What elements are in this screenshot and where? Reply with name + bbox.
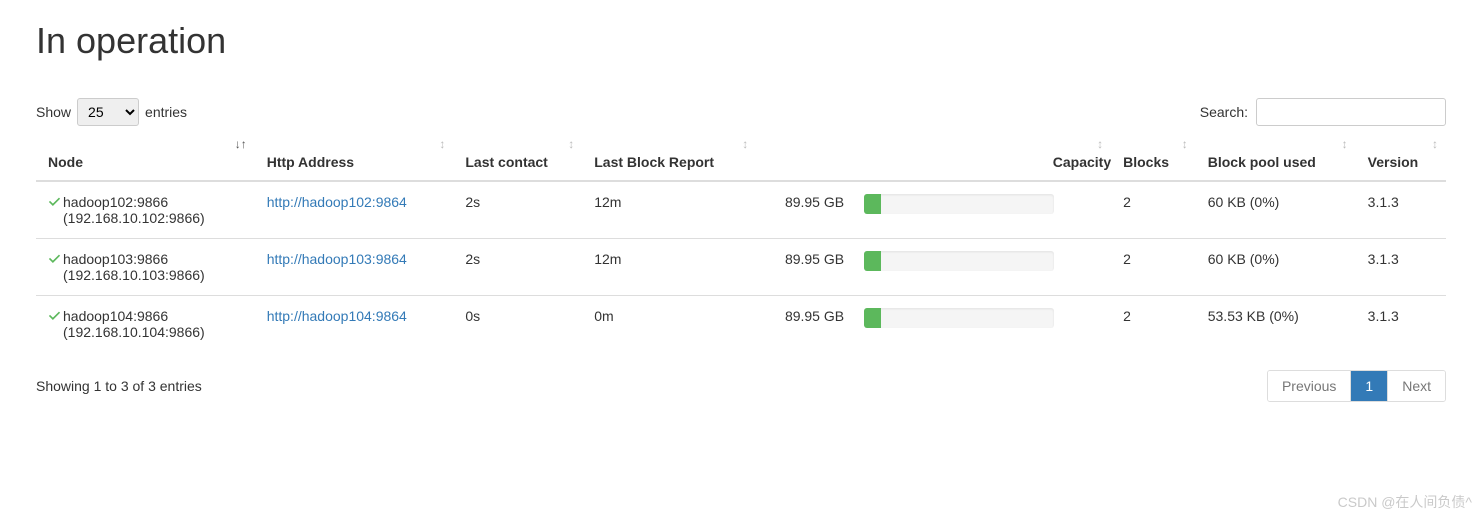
blocks: 2 bbox=[1111, 296, 1196, 353]
capacity-text: 89.95 GB bbox=[785, 251, 844, 267]
col-last-contact[interactable]: Last contact bbox=[453, 144, 582, 181]
table-row: hadoop102:9866 (192.168.10.102:9866) htt… bbox=[36, 181, 1446, 239]
node-ip: (192.168.10.102:9866) bbox=[63, 210, 205, 226]
page-1-button[interactable]: 1 bbox=[1351, 371, 1388, 401]
capacity-progress-bar bbox=[864, 308, 881, 328]
entries-label: entries bbox=[145, 104, 187, 120]
show-label: Show bbox=[36, 104, 71, 120]
http-address-link[interactable]: http://hadoop103:9864 bbox=[267, 251, 407, 267]
last-block-report: 12m bbox=[582, 181, 756, 239]
length-control: Show 25 entries bbox=[36, 98, 187, 126]
table-row: hadoop104:9866 (192.168.10.104:9866) htt… bbox=[36, 296, 1446, 353]
col-blocks[interactable]: Blocks bbox=[1111, 144, 1196, 181]
http-address-link[interactable]: http://hadoop104:9864 bbox=[267, 308, 407, 324]
capacity-progress bbox=[864, 308, 1054, 328]
last-block-report: 0m bbox=[582, 296, 756, 353]
capacity-progress bbox=[864, 251, 1054, 271]
check-icon bbox=[48, 253, 61, 269]
capacity-progress-bar bbox=[864, 251, 881, 271]
blocks: 2 bbox=[1111, 181, 1196, 239]
node-name: hadoop102:9866 bbox=[63, 194, 205, 210]
pagination: Previous 1 Next bbox=[1267, 370, 1446, 402]
block-pool-used: 53.53 KB (0%) bbox=[1196, 296, 1356, 353]
version: 3.1.3 bbox=[1356, 239, 1446, 296]
block-pool-used: 60 KB (0%) bbox=[1196, 181, 1356, 239]
node-name: hadoop103:9866 bbox=[63, 251, 205, 267]
table-row: hadoop103:9866 (192.168.10.103:9866) htt… bbox=[36, 239, 1446, 296]
datanodes-table: ↓↑ ↕ ↕ ↕ ↕ ↕ ↕ ↕ Node Http Address Last … bbox=[36, 144, 1446, 352]
previous-button[interactable]: Previous bbox=[1268, 371, 1351, 401]
version: 3.1.3 bbox=[1356, 181, 1446, 239]
search-control: Search: bbox=[1200, 98, 1446, 126]
last-block-report: 12m bbox=[582, 239, 756, 296]
http-address-link[interactable]: http://hadoop102:9864 bbox=[267, 194, 407, 210]
block-pool-used: 60 KB (0%) bbox=[1196, 239, 1356, 296]
table-info: Showing 1 to 3 of 3 entries bbox=[36, 378, 202, 394]
capacity-text: 89.95 GB bbox=[785, 194, 844, 210]
page-title: In operation bbox=[36, 20, 1446, 62]
search-input[interactable] bbox=[1256, 98, 1446, 126]
capacity-progress-bar bbox=[864, 194, 881, 214]
next-button[interactable]: Next bbox=[1388, 371, 1445, 401]
col-last-block[interactable]: Last Block Report bbox=[582, 144, 756, 181]
last-contact: 0s bbox=[453, 296, 582, 353]
blocks: 2 bbox=[1111, 239, 1196, 296]
page-length-select[interactable]: 25 bbox=[77, 98, 139, 126]
check-icon bbox=[48, 310, 61, 326]
search-label: Search: bbox=[1200, 104, 1248, 120]
version: 3.1.3 bbox=[1356, 296, 1446, 353]
last-contact: 2s bbox=[453, 239, 582, 296]
capacity-progress bbox=[864, 194, 1054, 214]
col-version[interactable]: Version bbox=[1356, 144, 1446, 181]
node-ip: (192.168.10.103:9866) bbox=[63, 267, 205, 283]
col-capacity[interactable]: Capacity bbox=[756, 144, 1111, 181]
capacity-text: 89.95 GB bbox=[785, 308, 844, 324]
col-node[interactable]: Node bbox=[36, 144, 255, 181]
node-name: hadoop104:9866 bbox=[63, 308, 205, 324]
watermark: CSDN @在人间负债^ bbox=[1338, 492, 1472, 512]
col-http[interactable]: Http Address bbox=[255, 144, 454, 181]
col-block-pool[interactable]: Block pool used bbox=[1196, 144, 1356, 181]
node-ip: (192.168.10.104:9866) bbox=[63, 324, 205, 340]
last-contact: 2s bbox=[453, 181, 582, 239]
check-icon bbox=[48, 196, 61, 212]
